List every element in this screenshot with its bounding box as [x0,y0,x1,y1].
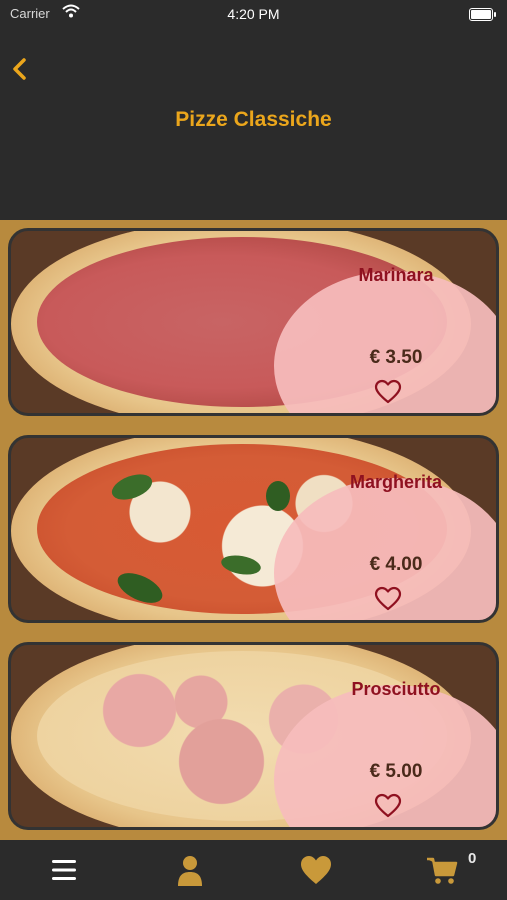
menu-icon[interactable] [46,852,82,888]
pizza-list[interactable]: Marinara € 3.50 Margherita € 4.00 Prosci… [0,220,507,840]
pizza-price: € 3.50 [369,347,423,368]
tab-bar: 0 [0,840,507,900]
heart-filled-icon[interactable] [298,852,334,888]
pizza-name: Margherita [349,472,443,492]
user-icon[interactable] [172,852,208,888]
nav-bar: Pizze Classiche [0,28,507,220]
chevron-left-icon[interactable] [10,52,40,86]
pizza-price: € 5.00 [369,761,423,782]
heart-outline-icon[interactable] [374,586,402,612]
pizza-name: Prosciutto [351,679,441,699]
cart-count-badge: 0 [468,850,477,867]
heart-outline-icon[interactable] [374,379,402,405]
page-title: Pizze Classiche [175,108,332,131]
status-bar: Carrier 4:20 PM [0,0,507,28]
heart-outline-icon[interactable] [374,793,402,819]
clock: 4:20 PM [227,6,280,22]
pizza-card-prosciutto[interactable]: Prosciutto € 5.00 [8,642,499,830]
pizza-card-margherita[interactable]: Margherita € 4.00 [8,435,499,623]
pizza-name: Marinara [358,265,434,285]
pizza-card-marinara[interactable]: Marinara € 3.50 [8,228,499,416]
battery-icon [469,8,496,21]
pizza-price: € 4.00 [369,554,423,575]
cart-icon[interactable] [424,852,460,888]
